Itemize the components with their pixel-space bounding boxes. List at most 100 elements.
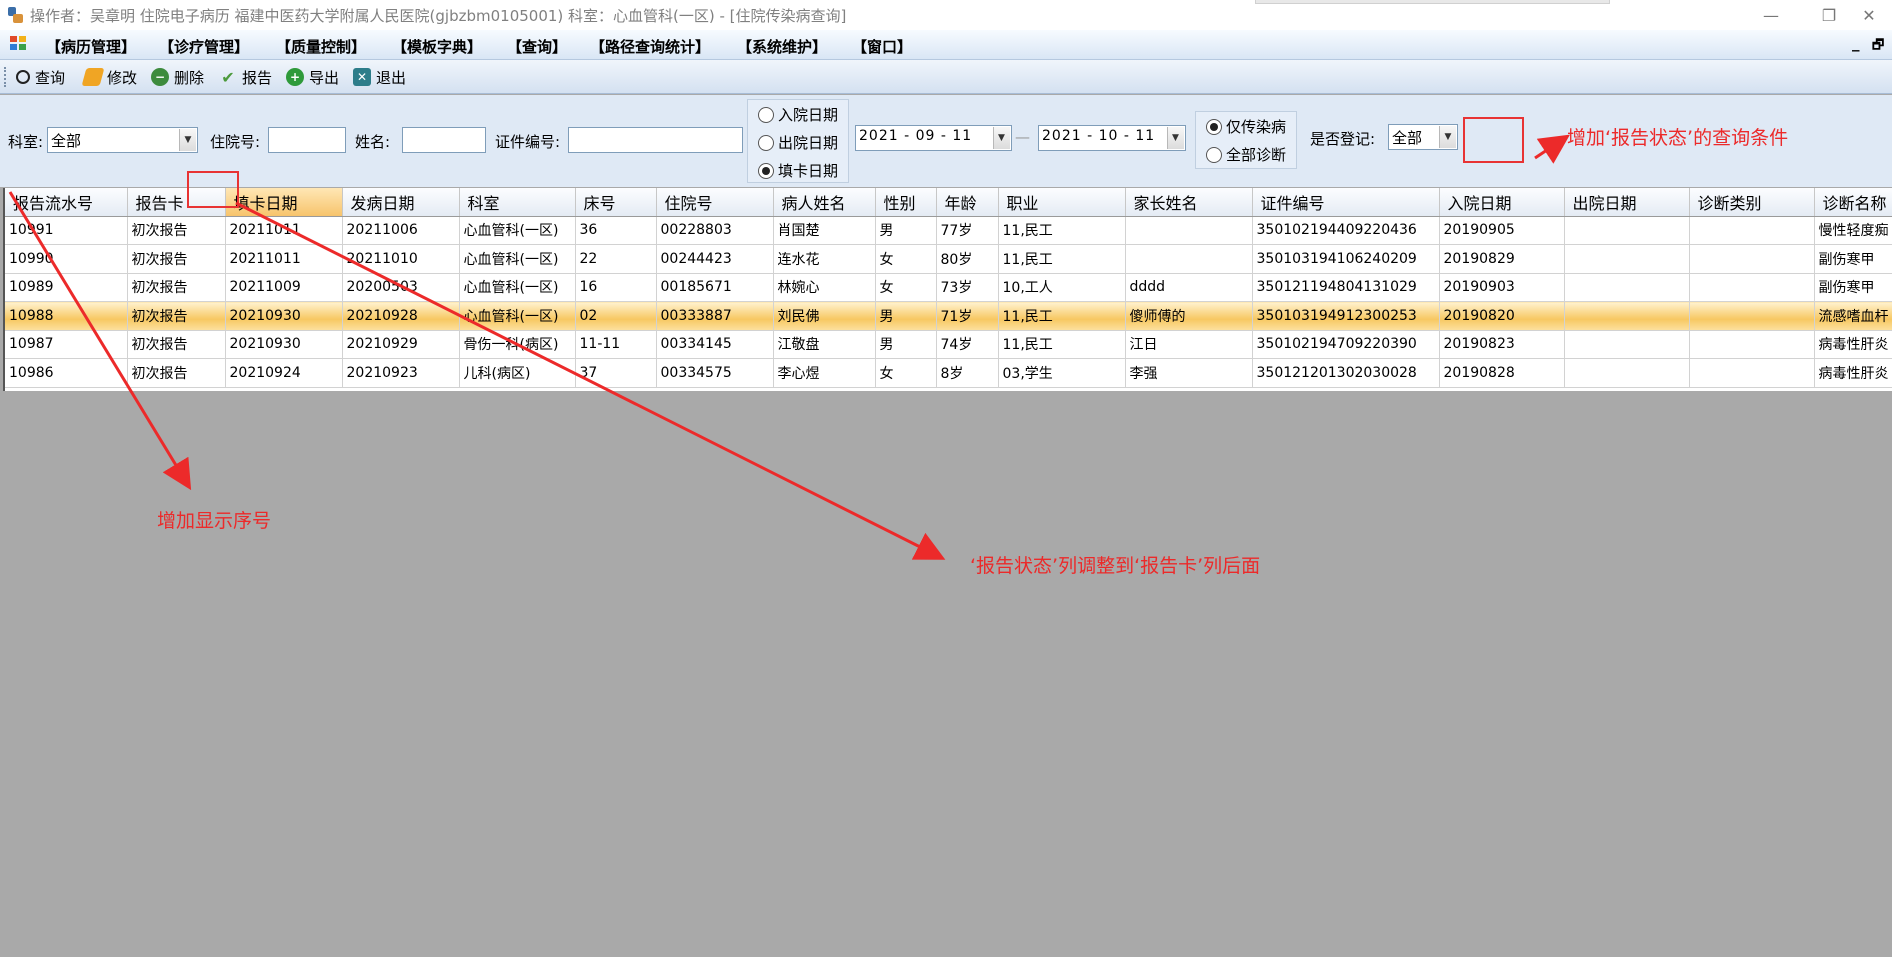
table-cell: 20190905 xyxy=(1439,216,1565,245)
radio-circle-icon xyxy=(758,134,774,151)
delete-button[interactable]: − 删除 xyxy=(151,66,204,88)
table-cell: 林婉心 xyxy=(773,273,876,302)
table-cell: 病毒性肝炎 xyxy=(1814,358,1892,388)
column-header[interactable]: 发病日期 xyxy=(342,188,460,217)
column-header[interactable]: 填卡日期 xyxy=(225,188,343,217)
table-cell: 36 xyxy=(575,216,657,245)
menu-window[interactable]: 【窗口】 xyxy=(852,36,912,57)
app-menu-icon[interactable] xyxy=(10,36,28,52)
table-cell: 流感嗜血杆 xyxy=(1814,301,1892,331)
edit-button[interactable]: 修改 xyxy=(81,66,137,88)
column-header[interactable]: 出院日期 xyxy=(1564,188,1690,217)
table-cell: 初次报告 xyxy=(127,301,226,331)
column-header[interactable]: 报告流水号 xyxy=(5,188,128,217)
column-header[interactable]: 病人姓名 xyxy=(773,188,876,217)
inpatient-no-input[interactable] xyxy=(268,127,346,153)
table-cell: 男 xyxy=(875,216,937,245)
radio-admission-date-label: 入院日期 xyxy=(778,106,839,124)
menu-quality-control[interactable]: 【质量控制】 xyxy=(276,36,366,57)
registered-select[interactable]: 全部 ▼ xyxy=(1388,124,1458,150)
query-button[interactable]: 查询 xyxy=(16,66,65,88)
dept-select[interactable]: 全部 ▼ xyxy=(47,127,198,153)
table-cell: 心血管科(一区) xyxy=(459,273,576,302)
mdi-minimize-button[interactable]: _ xyxy=(1852,34,1860,52)
radio-card-date[interactable]: 填卡日期 xyxy=(758,160,838,181)
results-grid[interactable]: 报告流水号 报告卡 填卡日期 发病日期 科室 床号 住院号 病人姓名 性别 年龄 职业 家长姓名 证件编… xyxy=(3,188,1892,391)
titlebar-overlay xyxy=(1255,0,1610,4)
table-cell xyxy=(1564,358,1690,388)
table-cell: 10989 xyxy=(5,273,128,302)
table-row[interactable]: 10988 初次报告 20210930 20210928 心血管科(一区) 02 00333… xyxy=(5,301,1892,331)
column-header[interactable]: 床号 xyxy=(575,188,657,217)
column-header[interactable]: 职业 xyxy=(998,188,1126,217)
name-input[interactable] xyxy=(402,127,486,153)
table-row[interactable]: 10987 初次报告 20210930 20210929 骨伤一科(病区) 11-11 00… xyxy=(5,330,1892,359)
results-table: 报告流水号 报告卡 填卡日期 发病日期 科室 床号 住院号 病人姓名 性别 年龄 职业 家长姓名 证件编… xyxy=(5,188,1892,388)
menu-path-query-statistics[interactable]: 【路径查询统计】 xyxy=(590,36,710,57)
table-cell xyxy=(1689,330,1815,359)
menu-treatment-management[interactable]: 【诊疗管理】 xyxy=(159,36,249,57)
table-cell: 心血管科(一区) xyxy=(459,301,576,331)
table-cell: 20211011 xyxy=(225,244,343,274)
column-header[interactable]: 证件编号 xyxy=(1252,188,1440,217)
column-header[interactable]: 家长姓名 xyxy=(1125,188,1253,217)
report-button[interactable]: ✔ 报告 xyxy=(219,66,272,88)
chevron-down-icon[interactable]: ▼ xyxy=(1167,127,1184,149)
table-cell: 20210930 xyxy=(225,301,343,331)
table-cell: 00185671 xyxy=(656,273,774,302)
menu-template-dictionary[interactable]: 【模板字典】 xyxy=(392,36,482,57)
toolbar-grip[interactable] xyxy=(4,67,7,87)
date-to-value: 2021 - 10 - 11 xyxy=(1042,128,1156,144)
radio-all-diagnoses[interactable]: 全部诊断 xyxy=(1206,144,1286,165)
annotation-query-condition-text: 增加‘报告状态’的查询条件 xyxy=(1567,127,1789,149)
dept-label: 科室: xyxy=(8,133,44,151)
column-header[interactable]: 诊断名称 xyxy=(1814,188,1892,217)
close-button[interactable]: ✕ xyxy=(1846,0,1892,30)
exit-button[interactable]: ✕ 退出 xyxy=(353,66,406,88)
column-header[interactable]: 科室 xyxy=(459,188,576,217)
table-row[interactable]: 10990 初次报告 20211011 20211010 心血管科(一区) 22 00244… xyxy=(5,244,1892,274)
table-cell: 00228803 xyxy=(656,216,774,245)
query-button-label: 查询 xyxy=(35,68,66,87)
table-row[interactable]: 10989 初次报告 20211009 20200503 心血管科(一区) 16 00185… xyxy=(5,273,1892,302)
column-header[interactable]: 入院日期 xyxy=(1439,188,1565,217)
export-button[interactable]: + 导出 xyxy=(286,66,339,88)
column-header[interactable]: 年龄 xyxy=(936,188,999,217)
table-cell: 350121194804131029 xyxy=(1252,273,1440,302)
table-cell: 副伤寒甲 xyxy=(1814,244,1892,274)
table-cell: 11,民工 xyxy=(998,301,1126,331)
table-cell: 女 xyxy=(875,358,937,388)
chevron-down-icon[interactable]: ▼ xyxy=(179,129,196,151)
chevron-down-icon[interactable]: ▼ xyxy=(993,127,1010,149)
mdi-restore-button[interactable]: 🗗 xyxy=(1872,36,1884,58)
radio-discharge-date[interactable]: 出院日期 xyxy=(758,132,838,153)
table-cell: 20211009 xyxy=(225,273,343,302)
radio-card-date-label: 填卡日期 xyxy=(778,162,839,180)
radio-admission-date[interactable]: 入院日期 xyxy=(758,104,838,125)
id-no-input[interactable] xyxy=(568,127,743,153)
plus-circle-icon: + xyxy=(286,68,304,86)
table-row[interactable]: 10991 初次报告 20211011 20211006 心血管科(一区) 36 00228… xyxy=(5,216,1892,245)
table-row[interactable]: 10986 初次报告 20210924 20210923 儿科(病区) 37 0033457… xyxy=(5,358,1892,388)
date-from-picker[interactable]: 2021 - 09 - 11 ▼ xyxy=(855,125,1012,151)
table-cell: 11,民工 xyxy=(998,216,1126,245)
date-to-picker[interactable]: 2021 - 10 - 11 ▼ xyxy=(1038,125,1186,151)
table-cell: 00334145 xyxy=(656,330,774,359)
table-cell: 22 xyxy=(575,244,657,274)
menu-query[interactable]: 【查询】 xyxy=(507,36,567,57)
table-cell: 初次报告 xyxy=(127,358,226,388)
table-cell: 00334575 xyxy=(656,358,774,388)
radio-infectious-only[interactable]: 仅传染病 xyxy=(1206,116,1286,137)
table-cell: 350102194409220436 xyxy=(1252,216,1440,245)
radio-all-diagnoses-label: 全部诊断 xyxy=(1226,146,1287,164)
column-header[interactable]: 诊断类别 xyxy=(1689,188,1815,217)
menu-record-management[interactable]: 【病历管理】 xyxy=(46,36,136,57)
column-header[interactable]: 性别 xyxy=(875,188,937,217)
date-type-radio-group: 入院日期 出院日期 填卡日期 xyxy=(747,99,849,183)
table-cell: 20190820 xyxy=(1439,301,1565,331)
table-cell: 02 xyxy=(575,301,657,331)
minimize-button[interactable]: — xyxy=(1748,0,1794,30)
column-header[interactable]: 住院号 xyxy=(656,188,774,217)
menu-system-maintenance[interactable]: 【系统维护】 xyxy=(737,36,827,57)
chevron-down-icon[interactable]: ▼ xyxy=(1439,126,1456,148)
